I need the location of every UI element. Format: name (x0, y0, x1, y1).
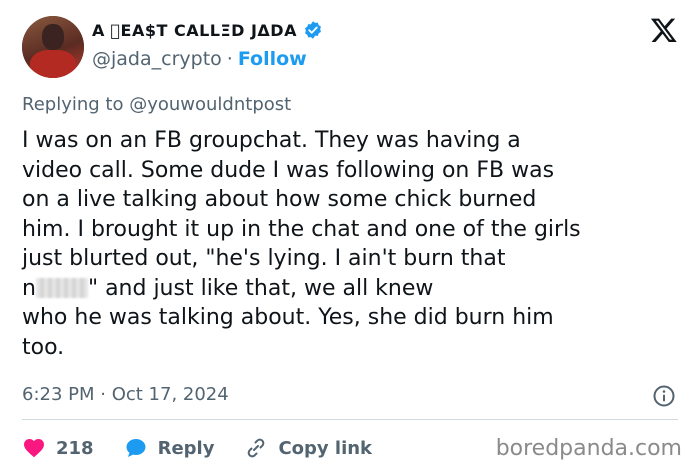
avatar[interactable] (22, 16, 84, 78)
verified-badge-icon (305, 21, 321, 39)
replying-prefix: Replying to (22, 94, 124, 115)
copy-link-button[interactable]: Copy link (244, 436, 372, 460)
reply-bubble-icon (126, 439, 146, 457)
tweet-line-censored: n " and just like that, we all knew (22, 274, 682, 304)
x-logo-icon[interactable] (650, 16, 678, 44)
tweet-line: him. I brought it up in the chat and one… (22, 216, 581, 242)
tweet-line: too. (22, 334, 65, 360)
tweet-line: on a live talking about how some chick b… (22, 187, 537, 212)
handle-separator: · (226, 48, 233, 70)
action-bar: 218 Reply Copy link (22, 434, 402, 462)
avatar-body (30, 50, 76, 78)
link-icon (248, 438, 265, 458)
like-count: 218 (56, 437, 94, 459)
user-handle[interactable]: @jada_crypto (92, 48, 222, 70)
heart-icon (24, 439, 44, 458)
watermark: boredpanda.com (495, 436, 682, 461)
tweet-line: just blurted out, "he's lying. I ain't b… (22, 246, 506, 271)
author-name-row: A ⃞EA$T CALLΞD JΔDA (92, 20, 323, 40)
tweet-timestamp[interactable]: 6:23 PM · Oct 17, 2024 (22, 384, 229, 405)
avatar-head (42, 24, 64, 50)
tweet-line-start: n (22, 275, 36, 301)
censored-word (35, 277, 88, 298)
divider (22, 419, 678, 420)
copy-link-label: Copy link (278, 437, 373, 459)
replying-mention[interactable]: @youwouldntpost (129, 94, 291, 115)
reply-label: Reply (157, 437, 215, 459)
replying-to: Replying to @youwouldntpost (22, 94, 291, 115)
reply-button[interactable]: Reply (124, 436, 215, 460)
tweet-text: I was on an FB groupchat. They was havin… (22, 126, 682, 362)
display-name[interactable]: A ⃞EA$T CALLΞD JΔDA (92, 21, 297, 40)
tweet-line: video call. Some dude I was following on… (22, 157, 555, 183)
like-button[interactable]: 218 (22, 436, 94, 460)
info-icon[interactable] (652, 384, 676, 408)
tweet-line-end: " and just like that, we all knew (87, 275, 434, 301)
handle-row: @jada_crypto · Follow (92, 48, 307, 70)
tweet-line: who he was talking about. Yes, she did b… (22, 305, 554, 330)
tweet-line: I was on an FB groupchat. They was havin… (22, 128, 521, 153)
follow-button[interactable]: Follow (238, 48, 307, 70)
